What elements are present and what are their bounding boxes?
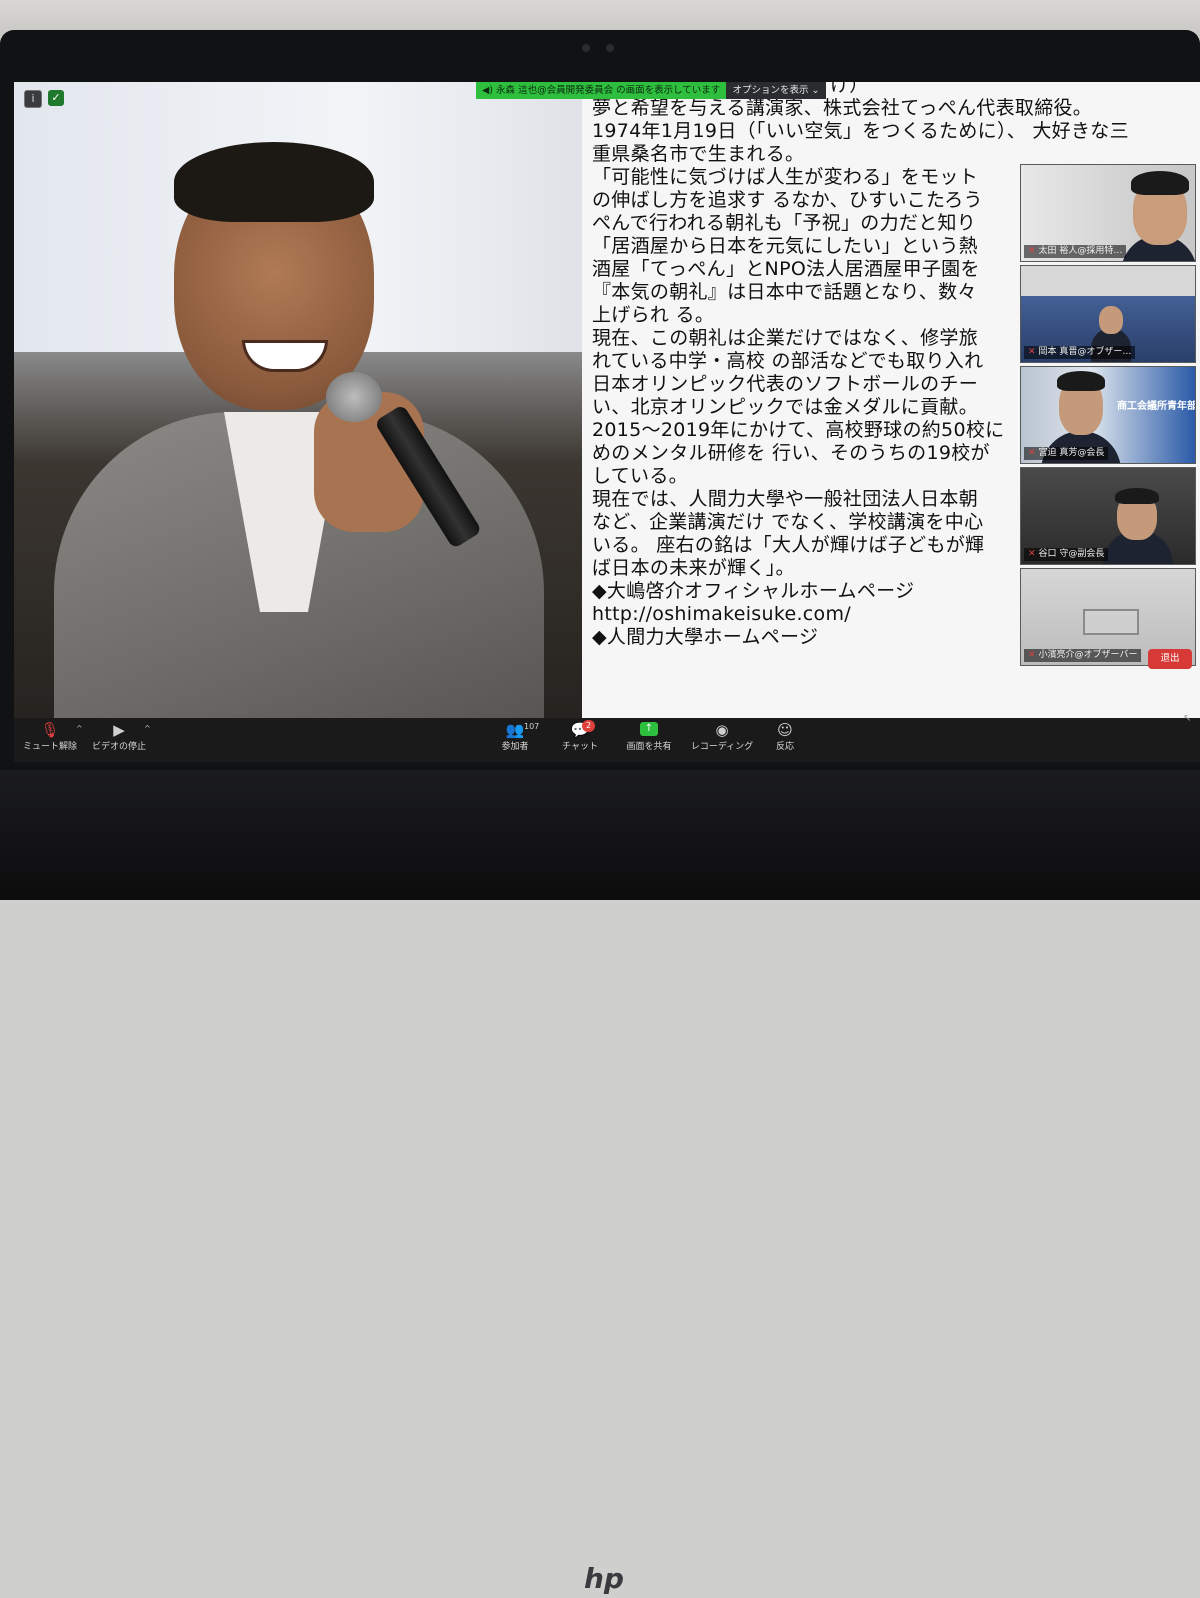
camera-lens-icon xyxy=(606,44,614,52)
chat-button[interactable]: 💬 チャット xyxy=(556,720,604,754)
share-screen-icon: ↑ xyxy=(640,722,658,736)
share-screen-button[interactable]: ↑ 画面を共有 xyxy=(620,720,678,754)
hp-logo-icon: hp xyxy=(584,1562,624,1595)
chevron-up-icon[interactable]: ^ xyxy=(144,724,151,733)
participant-tile[interactable]: ✕ 岡本 真晋@オブザー… xyxy=(1020,265,1196,363)
view-options-button[interactable]: オプションを表示 ⌄ xyxy=(726,82,826,99)
chat-icon: 💬 xyxy=(570,721,590,739)
record-icon: ◉ xyxy=(715,721,729,739)
participant-name-label: ✕ 谷口 守@副会長 xyxy=(1024,548,1109,561)
zoom-window: 大嶋啓介（おおしま けいすけ） 夢と希望を与える講演家、株式会社てっぺん代表取締… xyxy=(14,82,1200,762)
record-button[interactable]: ◉ レコーディング xyxy=(690,720,754,754)
participant-tile[interactable]: ✕ 太田 裕人@採用特… xyxy=(1020,164,1196,262)
chevron-up-icon[interactable]: ^ xyxy=(76,724,83,733)
participant-name-label: ✕ 岡本 真晋@オブザー… xyxy=(1024,346,1136,359)
screen-share-banner: ◀) 永森 這也@会員開発委員会 の画面を表示しています xyxy=(476,82,726,99)
ceiling-vent xyxy=(1083,609,1139,635)
participant-tile[interactable]: 商工会議所青年部 ✕ 宮迫 真芳@会長 xyxy=(1020,366,1196,464)
mic-muted-icon: ✕ xyxy=(1028,246,1036,256)
participant-tile[interactable]: ✕ 谷口 守@副会長 xyxy=(1020,467,1196,565)
mic-muted-icon: ✕ xyxy=(1028,448,1036,458)
mic-muted-icon: ✕ xyxy=(1028,549,1036,559)
mic-muted-icon: ✕ xyxy=(1028,650,1036,660)
participant-name-label: ✕ 小濱亮介@オブザーバー xyxy=(1024,649,1142,662)
leave-button[interactable]: 退出 xyxy=(1148,649,1192,669)
chevron-down-icon: ⌄ xyxy=(811,85,820,96)
mic-muted-icon: ✕ xyxy=(1028,347,1036,357)
laptop-chin: hp xyxy=(0,770,1200,1595)
mouse-cursor-icon: ↖ xyxy=(1183,713,1192,724)
unmute-button[interactable]: 🎙 ミュート解除 xyxy=(20,720,80,754)
participant-name-label: ✕ 宮迫 真芳@会長 xyxy=(1024,447,1109,460)
camera-dot-icon xyxy=(582,44,590,52)
participant-name-label: ✕ 太田 裕人@採用特… xyxy=(1024,245,1127,258)
smiley-icon: ☺ xyxy=(777,721,793,739)
reactions-button[interactable]: ☺ 反応 xyxy=(764,720,806,754)
mic-muted-icon: 🎙 xyxy=(40,721,60,739)
participant-gallery: ✕ 太田 裕人@採用特… ✕ 岡本 真晋@オブザー… 商工会議所青年部 ✕ 宮迫 真芳… xyxy=(1020,164,1196,672)
chat-badge: 2 xyxy=(582,720,596,732)
stop-video-button[interactable]: ▶ ビデオの停止 xyxy=(86,720,152,754)
slide-text-line: 重県桑名市で生まれる。 xyxy=(592,143,805,165)
info-icon[interactable]: i xyxy=(24,90,42,108)
speaker-photo xyxy=(14,82,582,718)
participants-count: 107 xyxy=(524,722,540,731)
slide-text-line: 1974年1月19日（「いい空気」をつくるために）、 大好きな三 xyxy=(592,120,1129,142)
video-camera-icon: ▶ xyxy=(113,721,125,739)
speaker-icon: ◀) xyxy=(482,85,494,96)
slide-text-line: 夢と希望を与える講演家、株式会社てっぺん代表取締役。 xyxy=(592,97,1093,119)
background-sign-text: 商工会議所青年部 xyxy=(1117,401,1196,412)
meeting-toolbar: 🎙 ミュート解除 ^ ▶ ビデオの停止 ^ 👥 参加者 107 💬 チャット 2… xyxy=(14,718,1200,762)
security-shield-icon[interactable]: ✓ xyxy=(48,90,64,106)
